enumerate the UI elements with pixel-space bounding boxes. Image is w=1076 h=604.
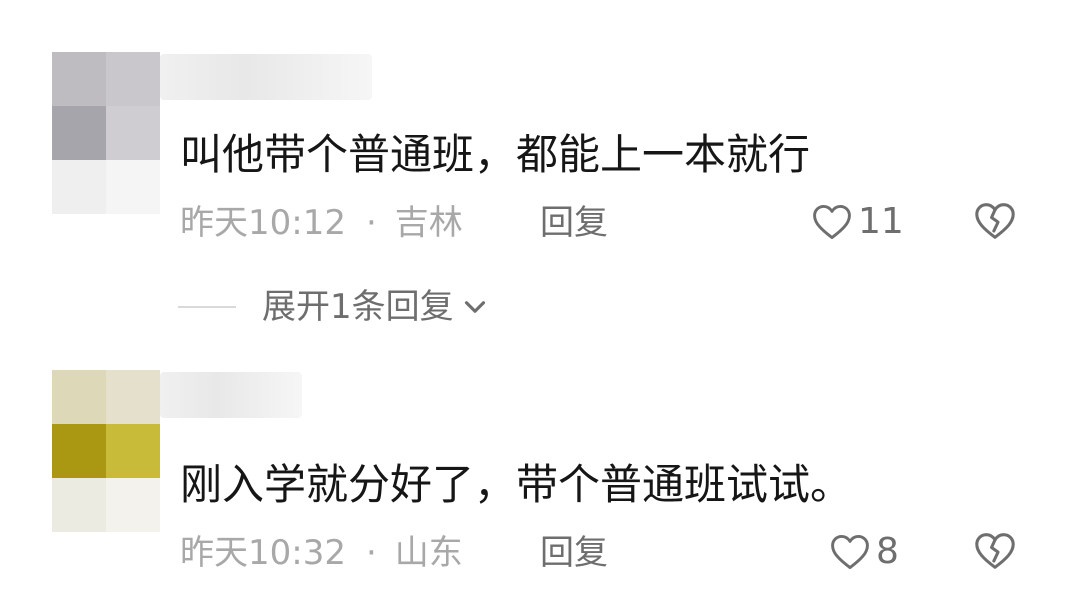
avatar-pixel bbox=[52, 478, 106, 532]
avatar-pixel bbox=[52, 424, 106, 478]
avatar-pixel bbox=[106, 478, 160, 532]
avatar-pixel bbox=[106, 160, 160, 214]
meta-separator: · bbox=[365, 533, 377, 573]
avatar[interactable] bbox=[52, 370, 160, 532]
comment-text: 刚入学就分好了，带个普通班试试。 bbox=[180, 460, 853, 509]
comment-text: 叫他带个普通班，都能上一本就行 bbox=[180, 130, 811, 179]
like-count: 11 bbox=[858, 201, 904, 242]
reply-button[interactable]: 回复 bbox=[540, 206, 608, 240]
avatar-pixel bbox=[52, 160, 106, 214]
divider-line bbox=[178, 306, 236, 308]
expand-replies-label: 展开1条回复 bbox=[262, 287, 454, 327]
comment-meta: 昨天10:32 · 山东 bbox=[180, 536, 463, 570]
comment-meta: 昨天10:12 · 吉林 bbox=[180, 206, 463, 240]
username-redacted[interactable] bbox=[160, 372, 302, 418]
avatar[interactable] bbox=[52, 52, 160, 214]
avatar-pixel bbox=[106, 52, 160, 106]
avatar-pixel bbox=[52, 370, 106, 424]
comment-item: 刚入学就分好了，带个普通班试试。 昨天10:32 · 山东 回复 8 bbox=[0, 360, 1076, 604]
comment-time: 昨天10:12 bbox=[180, 203, 346, 243]
broken-heart-icon[interactable] bbox=[972, 198, 1018, 244]
comment-time: 昨天10:32 bbox=[180, 533, 346, 573]
avatar-pixel bbox=[52, 106, 106, 160]
expand-replies-button[interactable]: 展开1条回复 bbox=[178, 290, 492, 324]
avatar-pixel bbox=[106, 106, 160, 160]
heart-icon bbox=[831, 534, 869, 570]
comment-location: 山东 bbox=[394, 533, 463, 573]
comment-item: 叫他带个普通班，都能上一本就行 昨天10:12 · 吉林 回复 11 展开1条回复 bbox=[0, 0, 1076, 360]
username-redacted[interactable] bbox=[160, 54, 372, 100]
avatar-pixel bbox=[106, 370, 160, 424]
chevron-down-icon bbox=[464, 301, 485, 313]
avatar-pixel bbox=[52, 52, 106, 106]
comment-location: 吉林 bbox=[394, 203, 463, 243]
like-count: 8 bbox=[876, 531, 899, 572]
meta-separator: · bbox=[365, 203, 377, 243]
avatar-pixel bbox=[106, 424, 160, 478]
broken-heart-icon[interactable] bbox=[972, 528, 1018, 574]
like-button[interactable]: 11 bbox=[810, 200, 904, 244]
reply-button[interactable]: 回复 bbox=[540, 536, 608, 570]
like-button[interactable]: 8 bbox=[828, 530, 899, 574]
heart-icon bbox=[813, 204, 851, 240]
